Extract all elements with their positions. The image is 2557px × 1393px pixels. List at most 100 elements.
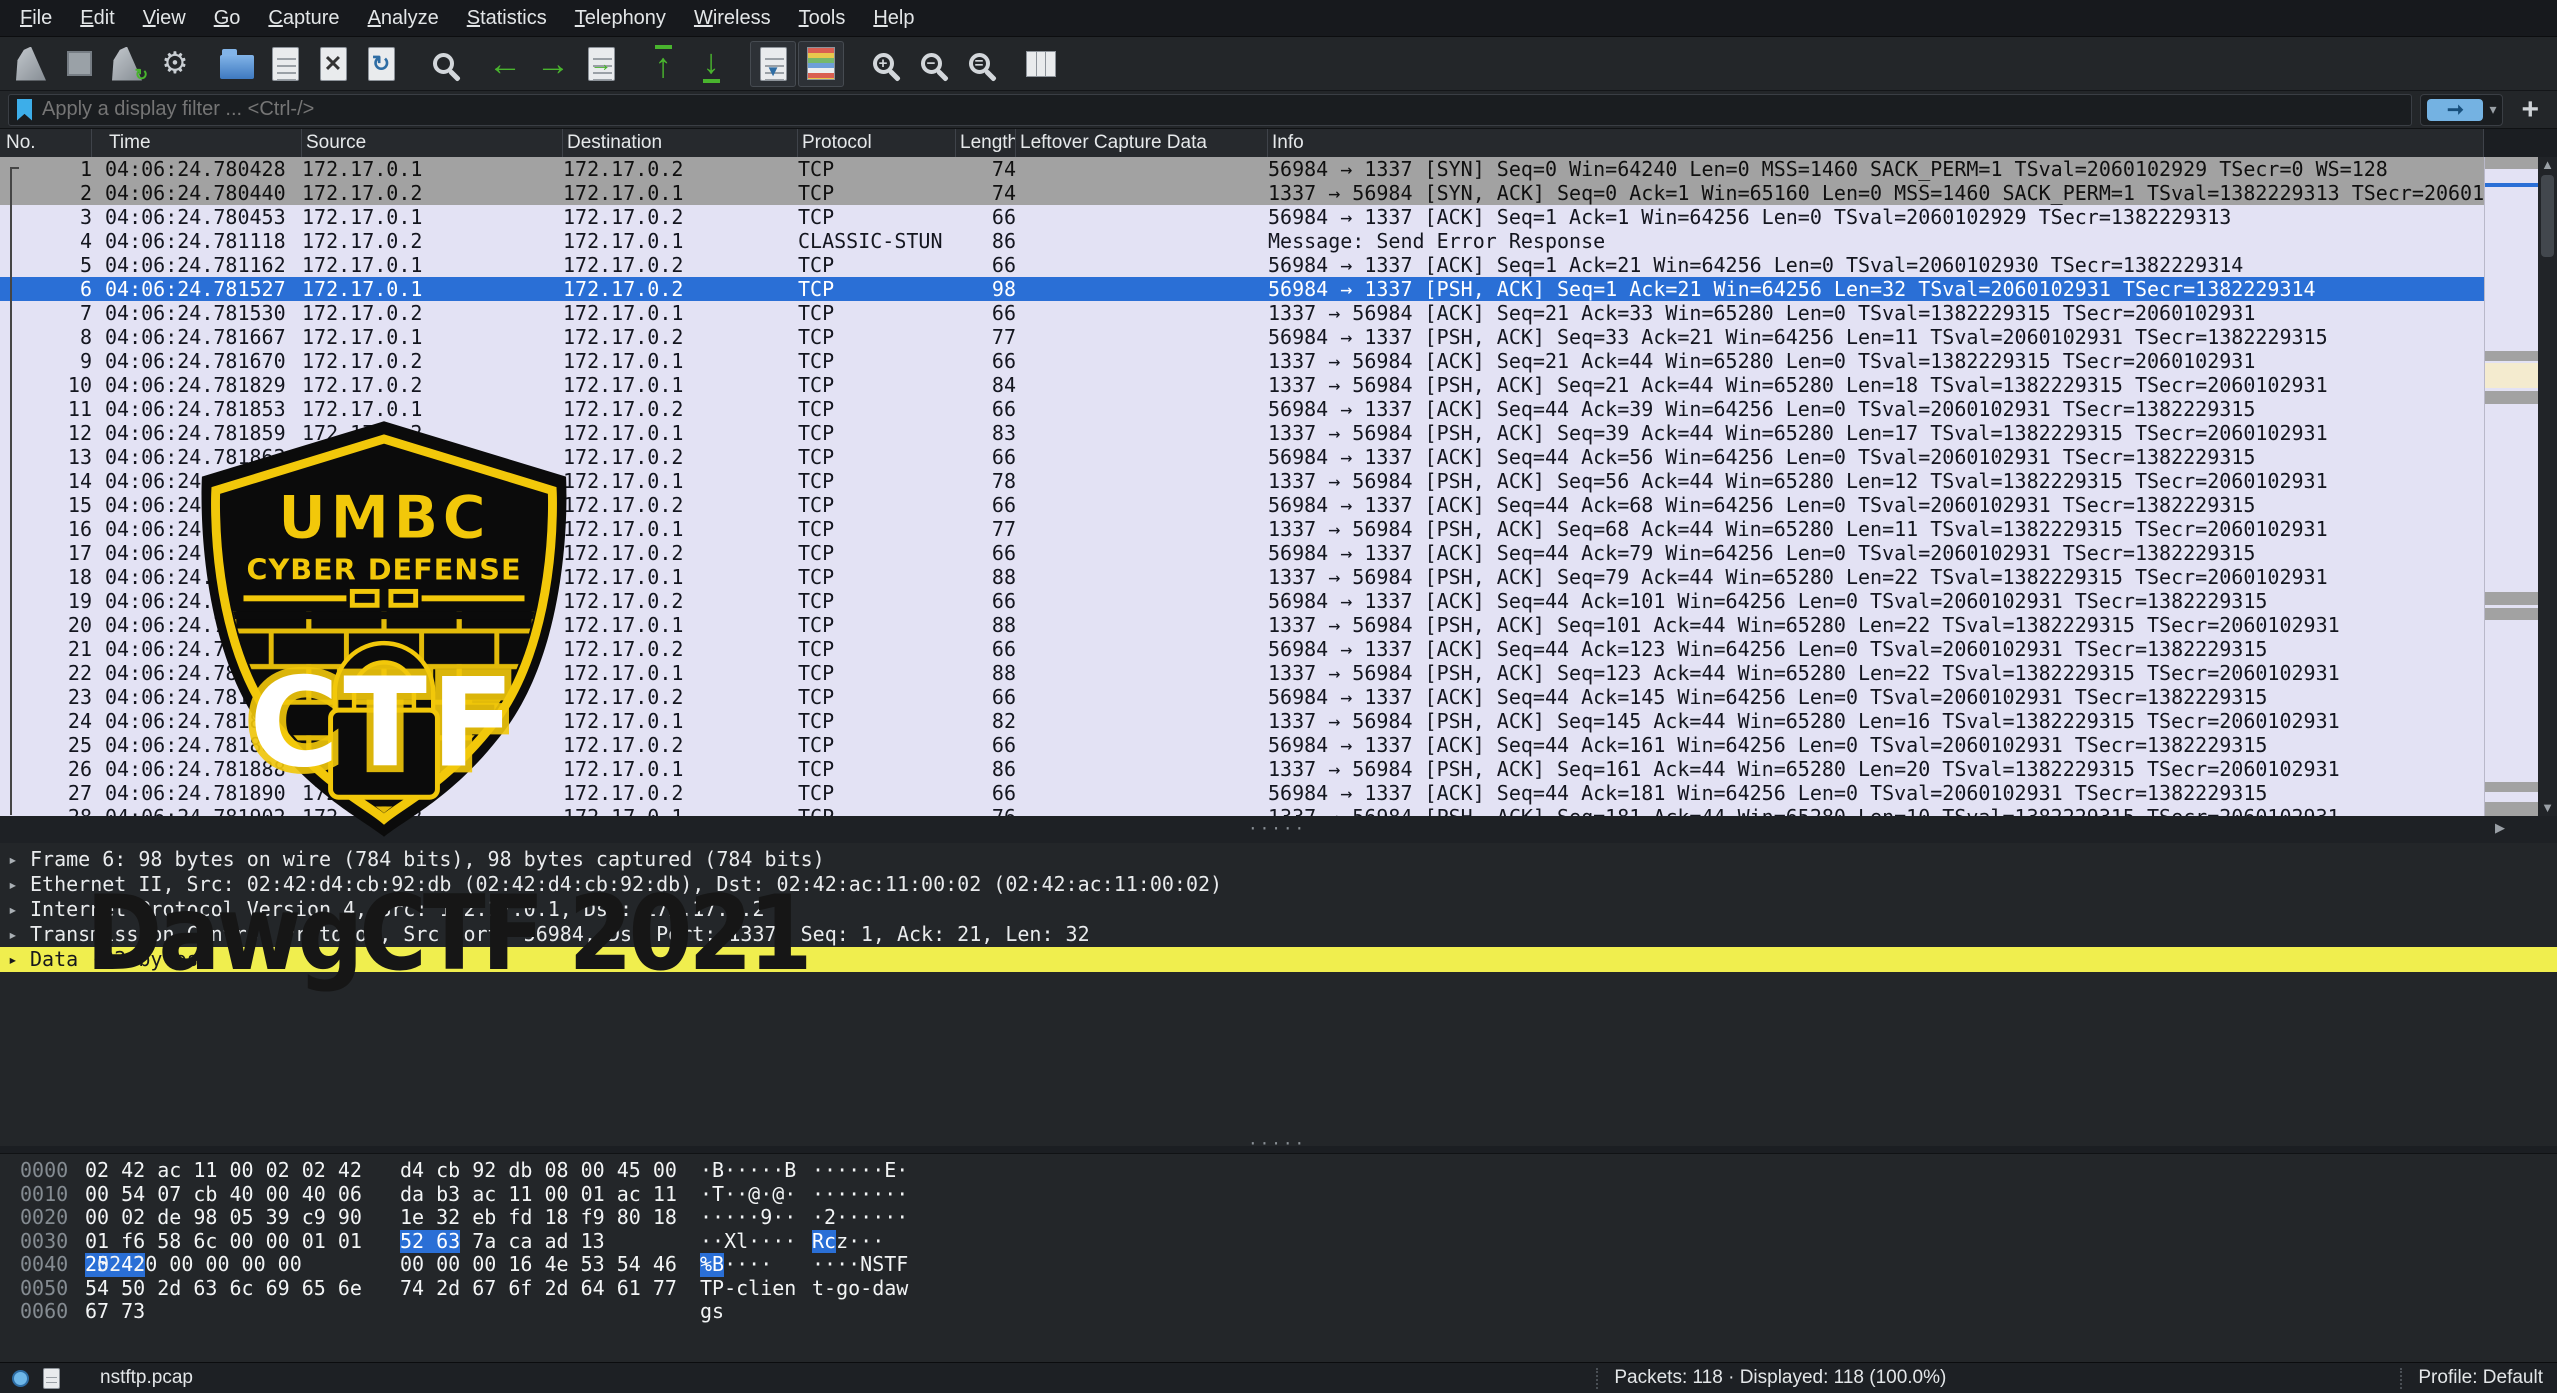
packet-row[interactable]: 1604:06:24.781870172.17.0.2172.17.0.1TCP…	[0, 517, 2484, 541]
packet-row[interactable]: 2204:06:24.781882172.17.0.2172.17.0.1TCP…	[0, 661, 2484, 685]
menu-view[interactable]: View	[129, 0, 200, 36]
packet-row[interactable]: 1904:06:24.781876172.17.0.1172.17.0.2TCP…	[0, 589, 2484, 613]
packet-row[interactable]: 1504:06:24.781868172.17.0.1172.17.0.2TCP…	[0, 493, 2484, 517]
menu-go[interactable]: Go	[200, 0, 255, 36]
expand-arrow-icon[interactable]: ▸	[8, 847, 18, 872]
detail-row[interactable]: ▸Transmission Control Protocol, Src Port…	[0, 922, 2557, 947]
detail-row[interactable]: ▸Frame 6: 98 bytes on wire (784 bits), 9…	[0, 847, 2557, 872]
menu-statistics[interactable]: Statistics	[453, 0, 561, 36]
resize-columns-button[interactable]	[1018, 41, 1064, 87]
column-header-info[interactable]: Info	[1268, 129, 2484, 157]
packet-row[interactable]: 1804:06:24.781874172.17.0.2172.17.0.1TCP…	[0, 565, 2484, 589]
find-packet-button[interactable]	[420, 41, 466, 87]
vertical-scrollbar-handle[interactable]	[2541, 175, 2554, 257]
column-header-time[interactable]: Time	[105, 129, 302, 157]
packet-row[interactable]: 104:06:24.780428172.17.0.1172.17.0.2TCP7…	[0, 157, 2484, 181]
menu-capture[interactable]: Capture	[254, 0, 353, 36]
menu-edit[interactable]: Edit	[66, 0, 128, 36]
zoom-out-button[interactable]: −	[908, 41, 954, 87]
apply-filter-button[interactable]: ➞	[2427, 99, 2483, 121]
list-details-splitter[interactable]: ····· ▶	[0, 816, 2557, 843]
expand-arrow-icon[interactable]: ▸	[8, 897, 18, 922]
column-header-source[interactable]: Source	[302, 129, 563, 157]
packet-row[interactable]: 304:06:24.780453172.17.0.1172.17.0.2TCP6…	[0, 205, 2484, 229]
packet-row[interactable]: 804:06:24.781667172.17.0.1172.17.0.2TCP7…	[0, 325, 2484, 349]
column-header-destination[interactable]: Destination	[563, 129, 798, 157]
hex-row[interactable]: 004025 42 02 20 00 00 00 0000 00 00 16 4…	[0, 1253, 2557, 1277]
intelligent-scrollbar-map[interactable]	[2484, 157, 2538, 816]
column-header-leftover-capture-data[interactable]: Leftover Capture Data	[1016, 129, 1268, 157]
zoom-in-button[interactable]: +	[860, 41, 906, 87]
menu-help[interactable]: Help	[859, 0, 928, 36]
packet-row[interactable]: 1004:06:24.781829172.17.0.2172.17.0.1TCP…	[0, 373, 2484, 397]
close-file-button[interactable]: ✕	[310, 41, 356, 87]
expand-arrow-icon[interactable]: ▸	[8, 872, 18, 897]
detail-row[interactable]: ▸Ethernet II, Src: 02:42:d4:cb:92:db (02…	[0, 872, 2557, 897]
capture-options-button[interactable]: ⚙	[152, 41, 198, 87]
column-header-no[interactable]: No.	[0, 129, 92, 157]
packet-row[interactable]: 504:06:24.781162172.17.0.1172.17.0.2TCP6…	[0, 253, 2484, 277]
expand-arrow-icon[interactable]: ▸	[8, 947, 18, 972]
go-first-button[interactable]: ↑	[640, 41, 686, 87]
hex-row[interactable]: 003001 f6 58 6c 00 00 01 0108 0a 7a ca a…	[0, 1230, 2557, 1254]
packet-row[interactable]: 2604:06:24.781888172.17.0.2172.17.0.1TCP…	[0, 757, 2484, 781]
packet-row[interactable]: 604:06:24.781527172.17.0.1172.17.0.2TCP9…	[0, 277, 2484, 301]
packet-row[interactable]: 2504:06:24.781887172.17.0.1172.17.0.2TCP…	[0, 733, 2484, 757]
save-file-button[interactable]	[262, 41, 308, 87]
profile-button[interactable]: Profile: Default	[2418, 1367, 2543, 1389]
menu-file[interactable]: File	[6, 0, 66, 36]
packet-row[interactable]: 404:06:24.781118172.17.0.2172.17.0.1CLAS…	[0, 229, 2484, 253]
menu-telephony[interactable]: Telephony	[561, 0, 680, 36]
reload-file-button[interactable]: ↻	[358, 41, 404, 87]
packet-row[interactable]: 904:06:24.781670172.17.0.2172.17.0.1TCP6…	[0, 349, 2484, 373]
start-capture-button[interactable]	[8, 41, 54, 87]
menu-wireless[interactable]: Wireless	[680, 0, 785, 36]
expand-arrow-icon[interactable]: ▸	[8, 922, 18, 947]
vertical-scrollbar[interactable]: ▲ ▼	[2538, 157, 2557, 816]
packet-row[interactable]: 2704:06:24.781890172.17.0.1172.17.0.2TCP…	[0, 781, 2484, 805]
add-filter-button-plus[interactable]: +	[2511, 93, 2549, 127]
hex-row[interactable]: 000002 42 ac 11 00 02 02 42d4 cb 92 db 0…	[0, 1159, 2557, 1183]
packet-row[interactable]: 704:06:24.781530172.17.0.2172.17.0.1TCP6…	[0, 301, 2484, 325]
go-last-button[interactable]: ↓	[688, 41, 734, 87]
splitter-handle-dots[interactable]: ·····	[1248, 819, 1306, 838]
column-header-length[interactable]: Length	[956, 129, 1016, 157]
packet-row[interactable]: 1204:06:24.781859172.17.0.2172.17.0.1TCP…	[0, 421, 2484, 445]
stop-capture-button[interactable]	[56, 41, 102, 87]
detail-row[interactable]: ▸Internet Protocol Version 4, Src: 172.1…	[0, 897, 2557, 922]
go-back-button[interactable]: ←	[482, 41, 528, 87]
column-header-protocol[interactable]: Protocol	[798, 129, 956, 157]
filter-bookmark-icon[interactable]	[17, 99, 32, 121]
auto-scroll-button[interactable]: ▼	[750, 41, 796, 87]
hex-row[interactable]: 001000 54 07 cb 40 00 40 06da b3 ac 11 0…	[0, 1183, 2557, 1207]
packet-row[interactable]: 1304:06:24.781862172.17.0.1172.17.0.2TCP…	[0, 445, 2484, 469]
display-filter-input[interactable]	[40, 97, 2403, 122]
expert-info-icon[interactable]	[12, 1370, 29, 1387]
scroll-down-icon[interactable]: ▼	[2541, 800, 2554, 816]
packet-row[interactable]: 1704:06:24.781872172.17.0.1172.17.0.2TCP…	[0, 541, 2484, 565]
hex-row[interactable]: 006067 73gs	[0, 1300, 2557, 1324]
packet-row[interactable]: 1104:06:24.781853172.17.0.1172.17.0.2TCP…	[0, 397, 2484, 421]
filter-history-caret-icon[interactable]: ▾	[2489, 101, 2496, 118]
zoom-reset-button[interactable]: =	[956, 41, 1002, 87]
scroll-up-icon[interactable]: ▲	[2541, 157, 2554, 173]
menu-tools[interactable]: Tools	[785, 0, 860, 36]
restart-capture-button[interactable]: ↻	[104, 41, 150, 87]
scroll-right-icon[interactable]: ▶	[2495, 820, 2505, 836]
packet-row[interactable]: 204:06:24.780440172.17.0.2172.17.0.1TCP7…	[0, 181, 2484, 205]
open-file-button[interactable]	[214, 41, 260, 87]
packet-row[interactable]: 2404:06:24.781886172.17.0.2172.17.0.1TCP…	[0, 709, 2484, 733]
hex-row[interactable]: 005054 50 2d 63 6c 69 65 6e74 2d 67 6f 2…	[0, 1277, 2557, 1301]
detail-row[interactable]: ▸Data (32 bytes)	[0, 947, 2557, 972]
colorize-button[interactable]	[798, 41, 844, 87]
packet-row[interactable]: 1404:06:24.781865172.17.0.2172.17.0.1TCP…	[0, 469, 2484, 493]
packet-row[interactable]: 2104:06:24.781880172.17.0.1172.17.0.2TCP…	[0, 637, 2484, 661]
packet-row[interactable]: 2304:06:24.781884172.17.0.1172.17.0.2TCP…	[0, 685, 2484, 709]
go-forward-button[interactable]: →	[530, 41, 576, 87]
packet-row[interactable]: 2804:06:24.781902172.17.0.2172.17.0.1TCP…	[0, 805, 2484, 816]
capture-comment-icon[interactable]	[43, 1368, 60, 1389]
details-bytes-splitter[interactable]: ·····	[1248, 1134, 1306, 1153]
go-to-packet-button[interactable]: →	[578, 41, 624, 87]
menu-analyze[interactable]: Analyze	[354, 0, 453, 36]
display-filter-box[interactable]	[8, 94, 2412, 126]
